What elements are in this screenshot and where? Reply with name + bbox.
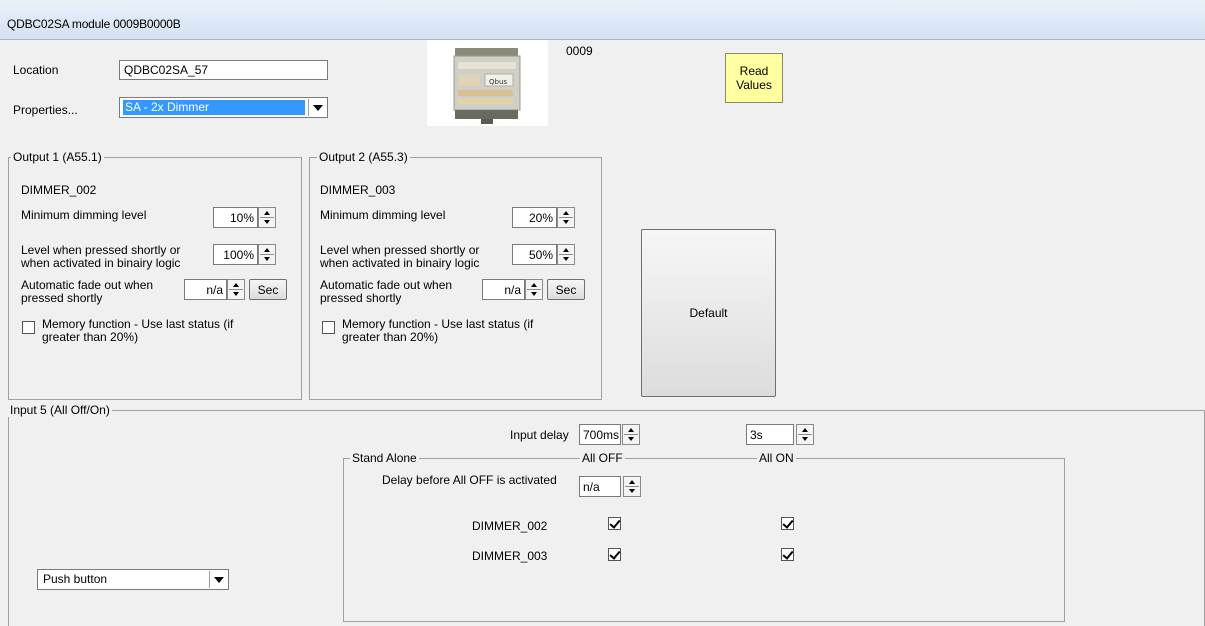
input-mode-selected-value: Push button xyxy=(43,572,108,586)
chevron-down-icon[interactable] xyxy=(308,99,326,116)
output2-level-pressed-label: Level when pressed shortly or when activ… xyxy=(320,244,480,270)
properties-label: Properties... xyxy=(13,103,78,117)
device-image: Qbus xyxy=(427,40,548,126)
properties-select[interactable]: SA - 2x Dimmer xyxy=(119,97,328,118)
output1-title: Output 1 (A55.1) xyxy=(11,150,104,164)
input5-title: Input 5 (All Off/On) xyxy=(8,403,112,417)
output1-level-pressed-label: Level when pressed shortly or when activ… xyxy=(21,244,181,270)
window-title-bar: QDBC02SA module 0009B0000B xyxy=(0,0,1205,40)
output1-min-level-label: Minimum dimming level xyxy=(21,208,147,222)
output1-name: DIMMER_002 xyxy=(21,183,97,197)
module-code: 0009 xyxy=(566,44,593,58)
svg-text:Qbus: Qbus xyxy=(489,78,507,86)
second-delay-spinner[interactable] xyxy=(796,424,814,445)
row2-all-off-checkbox[interactable] xyxy=(608,548,621,561)
row1-all-off-checkbox[interactable] xyxy=(608,517,621,530)
output2-memory-checkbox[interactable] xyxy=(322,321,335,334)
output1-level-pressed-spinner[interactable] xyxy=(258,244,276,265)
output2-min-level-input[interactable]: 20% xyxy=(512,207,557,228)
output2-level-pressed-spinner[interactable] xyxy=(557,244,575,265)
all-on-column-header: All ON xyxy=(757,451,796,465)
delay-all-off-input[interactable]: n/a xyxy=(579,476,621,497)
output1-min-level-input[interactable]: 10% xyxy=(213,207,258,228)
output2-min-level-label: Minimum dimming level xyxy=(320,208,446,222)
delay-all-off-spinner[interactable] xyxy=(623,476,641,497)
dimmer-module-icon: Qbus xyxy=(453,48,521,124)
all-off-column-header: All OFF xyxy=(580,451,625,465)
output2-title: Output 2 (A55.3) xyxy=(317,150,410,164)
chevron-down-icon[interactable] xyxy=(209,571,227,588)
output1-memory-checkbox[interactable] xyxy=(22,321,35,334)
row2-all-on-checkbox[interactable] xyxy=(781,548,794,561)
output2-fade-unit-button[interactable]: Sec xyxy=(547,279,585,300)
output2-name: DIMMER_003 xyxy=(320,183,396,197)
input-delay-label: Input delay xyxy=(510,428,569,442)
row1-all-on-checkbox[interactable] xyxy=(781,517,794,530)
output1-min-level-spinner[interactable] xyxy=(258,207,276,228)
window-title: QDBC02SA module 0009B0000B xyxy=(7,17,181,31)
stand-alone-row-name: DIMMER_003 xyxy=(472,549,548,563)
output1-level-pressed-input[interactable]: 100% xyxy=(213,244,258,265)
input-delay-input[interactable]: 700ms xyxy=(579,424,621,445)
delay-all-off-label: Delay before All OFF is activated xyxy=(382,473,557,487)
default-button[interactable]: Default xyxy=(641,229,776,397)
output2-fade-label: Automatic fade out when pressed shortly xyxy=(320,279,453,305)
stand-alone-row-name: DIMMER_002 xyxy=(472,519,548,533)
output2-min-level-spinner[interactable] xyxy=(557,207,575,228)
output1-memory-label: Memory function - Use last status (if gr… xyxy=(42,317,234,344)
output1-fade-input[interactable]: n/a xyxy=(184,279,227,300)
output1-fade-unit-button[interactable]: Sec xyxy=(249,279,287,300)
output1-fade-spinner[interactable] xyxy=(227,279,245,300)
input-delay-spinner[interactable] xyxy=(622,424,640,445)
read-values-button[interactable]: Read Values xyxy=(725,53,783,103)
location-input[interactable]: QDBC02SA_57 xyxy=(119,60,328,80)
output2-fade-spinner[interactable] xyxy=(525,279,543,300)
stand-alone-title: Stand Alone xyxy=(350,451,419,465)
second-delay-input[interactable]: 3s xyxy=(746,424,794,445)
location-label: Location xyxy=(13,63,59,77)
output2-memory-label: Memory function - Use last status (if gr… xyxy=(342,317,534,344)
output1-fade-label: Automatic fade out when pressed shortly xyxy=(21,279,154,305)
properties-selected-value: SA - 2x Dimmer xyxy=(123,100,305,115)
output2-level-pressed-input[interactable]: 50% xyxy=(512,244,557,265)
input-mode-select[interactable]: Push button xyxy=(37,569,229,590)
output2-fade-input[interactable]: n/a xyxy=(482,279,525,300)
